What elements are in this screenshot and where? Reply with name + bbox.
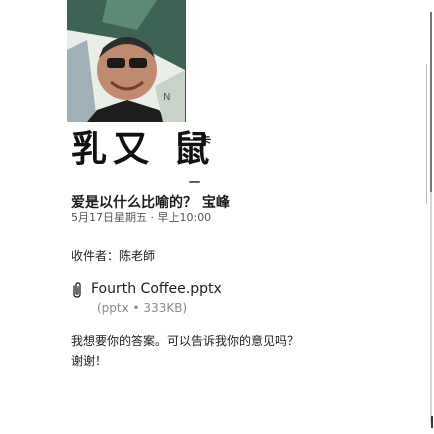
message-line: 谢谢！ [71,354,108,368]
scrollbar-thumb[interactable] [430,12,432,192]
attachment-file-info: (pptx • 333KB) [97,301,188,315]
paperclip-icon [71,282,83,298]
scrollbar-track[interactable] [430,12,432,422]
message-line: 我想要你的答案。可以告诉我你的意见吗？ [71,334,300,348]
message-body: 我想要你的答案。可以告诉我你的意见吗？ 谢谢！ [71,331,351,371]
header-photo: N [67,0,186,122]
divider [426,64,427,204]
edge-marker [431,416,433,428]
attachment-item[interactable]: Fourth Coffee.pptx (pptx • 333KB) [71,281,251,323]
profile-photo-illustration: N [67,0,185,122]
svg-text:N: N [163,92,170,103]
handwritten-title: 乳又 鼠 一卡一 [71,128,216,189]
post-date: 5月17日星期五 · 早上10:00 [71,211,212,224]
recipient-label: 收件者：陈老師 [71,249,156,263]
note-page: N 乳又 鼠 一卡一 爱是以什么比喻的？ 宝峰 5月17日星期五 · 早上10:… [0,0,434,434]
attachment-file-name[interactable]: Fourth Coffee.pptx [91,281,222,297]
